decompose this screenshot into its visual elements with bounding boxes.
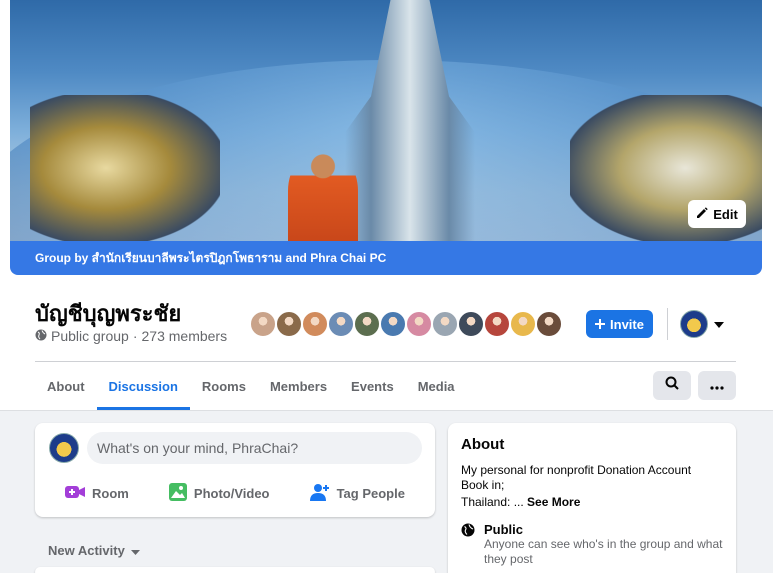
- member-avatar[interactable]: [535, 310, 563, 338]
- globe-icon: [35, 328, 47, 344]
- photo-icon: [168, 482, 187, 504]
- profile-switcher[interactable]: [680, 310, 724, 338]
- more-options-button[interactable]: [698, 371, 736, 400]
- group-title[interactable]: บัญชีบุญพระชัย: [35, 296, 181, 331]
- composer-actions: Room Photo/Video Tag People: [45, 477, 425, 509]
- about-description-more: Thailand: ... See More: [461, 495, 711, 510]
- about-description: My personal for nonprofit Donation Accou…: [461, 463, 711, 510]
- feed-sort-label: New Activity: [48, 543, 125, 558]
- search-icon: [665, 376, 679, 395]
- group-privacy: Public group: [51, 328, 129, 344]
- meta-separator: ·: [132, 328, 138, 344]
- post-composer: What's on your mind, PhraChai? Room Phot…: [35, 423, 435, 517]
- tab-discussion[interactable]: Discussion: [96, 363, 191, 410]
- member-avatar[interactable]: [379, 310, 407, 338]
- room-button[interactable]: Room: [65, 477, 129, 509]
- video-room-icon: [65, 484, 86, 503]
- group-tabs: About Discussion Rooms Members Events Media: [35, 363, 467, 410]
- header-divider: [667, 308, 668, 340]
- more-icon: [710, 377, 724, 395]
- tab-media[interactable]: Media: [406, 363, 467, 410]
- invite-label: Invite: [610, 316, 644, 332]
- privacy-title: Public: [484, 522, 524, 537]
- edit-cover-label: Edit: [713, 206, 738, 222]
- about-description-tail: Thailand: ...: [461, 495, 524, 509]
- member-avatar[interactable]: [327, 310, 355, 338]
- see-more-link[interactable]: See More: [527, 495, 580, 509]
- room-label: Room: [92, 485, 129, 501]
- globe-icon: [461, 523, 475, 567]
- tag-people-label: Tag People: [336, 485, 405, 501]
- privacy-row: Public Anyone can see who's in the group…: [461, 522, 723, 567]
- composer-input[interactable]: What's on your mind, PhraChai?: [87, 432, 422, 464]
- caret-down-icon: [130, 543, 140, 558]
- tab-rooms[interactable]: Rooms: [190, 363, 258, 410]
- member-avatar[interactable]: [431, 310, 459, 338]
- privacy-subtitle: Anyone can see who's in the group and wh…: [484, 537, 723, 566]
- cover-dragon-left: [30, 95, 220, 241]
- tab-members[interactable]: Members: [258, 363, 339, 410]
- about-title: About: [461, 436, 505, 453]
- plus-icon: [595, 317, 606, 332]
- member-avatar[interactable]: [353, 310, 381, 338]
- member-avatar[interactable]: [457, 310, 485, 338]
- about-description-line: My personal for nonprofit Donation Accou…: [461, 463, 692, 492]
- caret-down-icon: [714, 315, 724, 333]
- member-avatar[interactable]: [249, 310, 277, 338]
- edit-cover-button[interactable]: Edit: [688, 200, 746, 228]
- member-avatar[interactable]: [405, 310, 433, 338]
- member-avatar[interactable]: [509, 310, 537, 338]
- member-avatar[interactable]: [301, 310, 329, 338]
- group-by-bar[interactable]: Group by สำนักเรียนบาลีพระไตรปิฎกโพธาราม…: [10, 241, 762, 275]
- cover-section: Edit Group by สำนักเรียนบาลีพระไตรปิฎกโพ…: [0, 0, 773, 286]
- group-by-text: Group by สำนักเรียนบาลีพระไตรปิฎกโพธาราม…: [35, 250, 387, 265]
- search-button[interactable]: [653, 371, 691, 400]
- member-avatar[interactable]: [275, 310, 303, 338]
- photo-video-label: Photo/Video: [193, 485, 270, 501]
- member-count[interactable]: 273 members: [142, 328, 228, 344]
- tabs-divider: [35, 361, 736, 362]
- avatar: [680, 310, 708, 338]
- feed-sort-dropdown[interactable]: New Activity: [48, 543, 140, 558]
- tab-about[interactable]: About: [35, 363, 97, 410]
- cover-spire: [345, 0, 475, 241]
- tag-people-icon: [309, 483, 330, 504]
- about-card: About My personal for nonprofit Donation…: [448, 423, 736, 573]
- group-header: บัญชีบุญพระชัย Public group · 273 member…: [0, 275, 773, 411]
- member-avatars[interactable]: [249, 310, 563, 338]
- cover-photo: Edit: [10, 0, 762, 241]
- member-avatar[interactable]: [483, 310, 511, 338]
- tag-people-button[interactable]: Tag People: [309, 477, 405, 509]
- tab-events[interactable]: Events: [339, 363, 406, 410]
- composer-avatar[interactable]: [49, 433, 79, 463]
- cover-monk: [288, 150, 358, 241]
- photo-video-button[interactable]: Photo/Video: [168, 477, 270, 509]
- invite-button[interactable]: Invite: [586, 310, 653, 338]
- pencil-icon: [696, 206, 708, 222]
- group-meta: Public group · 273 members: [35, 328, 227, 344]
- feed-post-card: [35, 567, 435, 573]
